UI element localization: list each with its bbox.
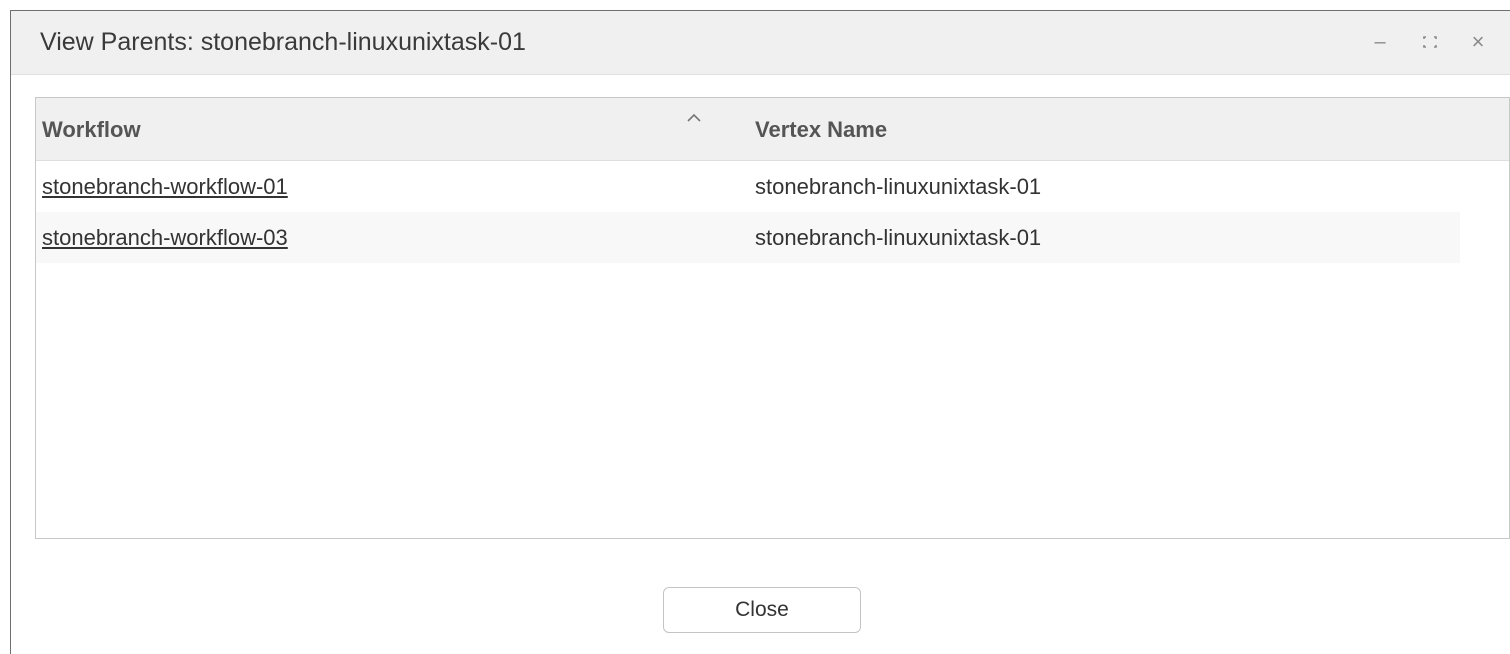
dialog-title: View Parents: stonebranch-linuxunixtask-…: [40, 28, 526, 56]
grid-header: Workflow Vertex Name: [36, 98, 1509, 161]
vertex-name-cell: stonebranch-linuxunixtask-01: [755, 174, 1042, 199]
view-parents-dialog: View Parents: stonebranch-linuxunixtask-…: [10, 10, 1510, 654]
close-icon[interactable]: ×: [1467, 29, 1489, 55]
vertex-name-cell: stonebranch-linuxunixtask-01: [755, 225, 1042, 250]
close-button[interactable]: Close: [663, 587, 861, 633]
sort-ascending-icon[interactable]: [686, 112, 702, 124]
maximize-icon[interactable]: [1419, 29, 1441, 55]
workflow-link[interactable]: stonebranch-workflow-01: [42, 174, 288, 200]
table-row[interactable]: stonebranch-workflow-01 stonebranch-linu…: [36, 161, 1460, 212]
column-header-workflow[interactable]: Workflow: [42, 117, 141, 143]
workflow-link[interactable]: stonebranch-workflow-03: [42, 225, 288, 251]
column-header-vertex-name[interactable]: Vertex Name: [755, 117, 887, 143]
minimize-icon[interactable]: –: [1369, 29, 1391, 55]
dialog-title-bar[interactable]: View Parents: stonebranch-linuxunixtask-…: [11, 11, 1510, 75]
parents-grid: Workflow Vertex Name stonebranch-workflo…: [35, 97, 1510, 539]
maximize-icon-graphic: [1423, 36, 1437, 48]
table-row[interactable]: stonebranch-workflow-03 stonebranch-linu…: [36, 212, 1460, 263]
